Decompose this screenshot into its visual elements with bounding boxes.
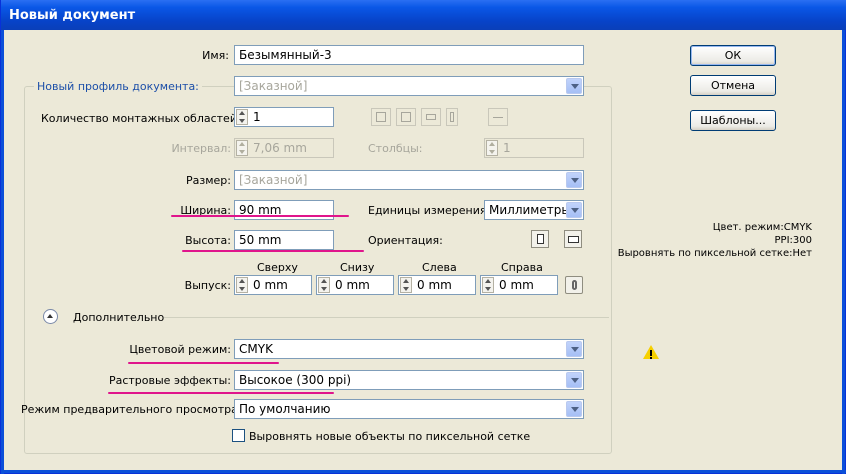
info-color-mode: Цвет. режим:CMYK — [712, 222, 812, 233]
name-label: Имя: — [202, 49, 229, 62]
units-select[interactable]: Миллиметры — [484, 200, 584, 220]
dropdown-arrow-icon[interactable] — [566, 202, 582, 218]
bleed-right-label: Справа — [501, 261, 543, 274]
stepper-arrows-icon[interactable] — [486, 140, 498, 156]
window-frame-left — [1, 30, 4, 474]
dropdown-arrow-icon[interactable] — [566, 401, 582, 417]
units-label: Единицы измерения: — [368, 204, 491, 217]
stepper-arrows-icon[interactable] — [236, 140, 248, 156]
columns-label: Столбцы: — [368, 142, 423, 155]
highlight-marker — [108, 392, 334, 394]
profile-value: [Заказной] — [239, 79, 308, 93]
highlight-marker — [182, 250, 364, 252]
artboard-count-value: 1 — [253, 110, 261, 124]
bleed-bottom-label: Снизу — [340, 261, 375, 274]
link-bleed-icon[interactable] — [565, 276, 583, 294]
info-ppi: PPI:300 — [774, 235, 812, 246]
window-title: Новый документ — [9, 8, 136, 23]
align-pixel-grid-label: Выровнять новые объекты по пиксельной се… — [249, 430, 531, 443]
advanced-label: Дополнительно — [73, 311, 165, 324]
color-mode-label: Цветовой режим: — [129, 343, 231, 356]
raster-effects-value: Высокое (300 ppi) — [239, 373, 352, 387]
preview-mode-value: По умолчанию — [239, 402, 331, 416]
align-pixel-grid-checkbox[interactable] — [232, 429, 245, 442]
arrange-by-row-icon[interactable] — [421, 108, 441, 126]
name-input[interactable]: Безымянный-3 — [234, 45, 584, 65]
bleed-left-label: Слева — [422, 261, 457, 274]
artboard-count-label: Количество монтажных областей: — [41, 112, 241, 125]
stepper-arrows-icon[interactable] — [318, 277, 330, 293]
warning-icon-bar — [650, 350, 652, 356]
templates-button[interactable]: Шаблоны... — [690, 110, 776, 131]
preview-mode-select[interactable]: По умолчанию — [234, 399, 584, 419]
interval-stepper[interactable]: 7,06 mm — [234, 138, 334, 158]
cancel-button[interactable]: Отмена — [690, 75, 776, 96]
landscape-icon[interactable] — [564, 230, 582, 248]
size-value: [Заказной] — [239, 173, 308, 187]
stepper-arrows-icon[interactable] — [236, 277, 248, 293]
window-frame-bottom — [1, 470, 846, 473]
highlight-marker — [128, 362, 279, 364]
bleed-left-stepper[interactable]: 0 mm — [398, 275, 476, 295]
collapse-chevron-icon[interactable] — [43, 309, 58, 324]
preview-mode-label: Режим предварительного просмотра: — [21, 403, 242, 416]
units-value: Миллиметры — [489, 203, 571, 217]
stepper-arrows-icon[interactable] — [236, 109, 248, 125]
highlight-marker — [171, 215, 349, 217]
columns-stepper[interactable]: 1 — [484, 138, 584, 158]
profile-select[interactable]: [Заказной] — [234, 76, 584, 96]
info-align: Выровнять по пиксельной сетке:Нет — [617, 248, 812, 259]
bleed-left-value: 0 mm — [417, 278, 452, 292]
advanced-divider — [164, 317, 609, 318]
profile-label: Новый профиль документа: — [34, 80, 202, 93]
size-select[interactable]: [Заказной] — [234, 170, 584, 190]
orientation-label: Ориентация: — [368, 234, 443, 247]
stepper-arrows-icon[interactable] — [400, 277, 412, 293]
layout-direction-icon[interactable] — [488, 108, 508, 126]
raster-effects-label: Растровые эффекты: — [108, 374, 231, 387]
width-input[interactable]: 90 mm — [234, 200, 334, 220]
stepper-arrows-icon[interactable] — [482, 277, 494, 293]
bleed-right-stepper[interactable]: 0 mm — [480, 275, 558, 295]
color-mode-select[interactable]: CMYK — [234, 339, 584, 359]
bleed-bottom-stepper[interactable]: 0 mm — [316, 275, 394, 295]
height-input[interactable]: 50 mm — [234, 230, 334, 250]
bleed-top-label: Сверху — [257, 261, 298, 274]
interval-value: 7,06 mm — [253, 141, 307, 155]
grid-by-row-icon[interactable] — [371, 108, 391, 126]
title-bar[interactable]: Новый документ — [1, 0, 846, 30]
dropdown-arrow-icon[interactable] — [566, 78, 582, 94]
size-label: Размер: — [186, 174, 231, 187]
bleed-bottom-value: 0 mm — [335, 278, 370, 292]
raster-effects-select[interactable]: Высокое (300 ppi) — [234, 370, 584, 390]
columns-value: 1 — [503, 141, 511, 155]
dropdown-arrow-icon[interactable] — [566, 372, 582, 388]
arrange-by-column-icon[interactable] — [446, 108, 458, 126]
height-label: Высота: — [185, 234, 231, 247]
interval-label: Интервал: — [171, 142, 231, 155]
grid-by-column-icon[interactable] — [396, 108, 416, 126]
bleed-top-value: 0 mm — [253, 278, 288, 292]
new-document-dialog: Новый документ Имя: Безымянный-3 Новый п… — [0, 0, 846, 474]
artboard-count-stepper[interactable]: 1 — [234, 107, 334, 127]
dropdown-arrow-icon[interactable] — [566, 341, 582, 357]
color-mode-value: CMYK — [239, 342, 273, 356]
warning-icon-dot — [650, 357, 652, 359]
window-frame-right — [842, 30, 845, 474]
bleed-right-value: 0 mm — [499, 278, 534, 292]
bleed-top-stepper[interactable]: 0 mm — [234, 275, 312, 295]
bleed-label: Выпуск: — [184, 279, 231, 292]
ok-button[interactable]: ОК — [690, 45, 776, 66]
dropdown-arrow-icon[interactable] — [566, 172, 582, 188]
portrait-icon[interactable] — [531, 230, 549, 248]
